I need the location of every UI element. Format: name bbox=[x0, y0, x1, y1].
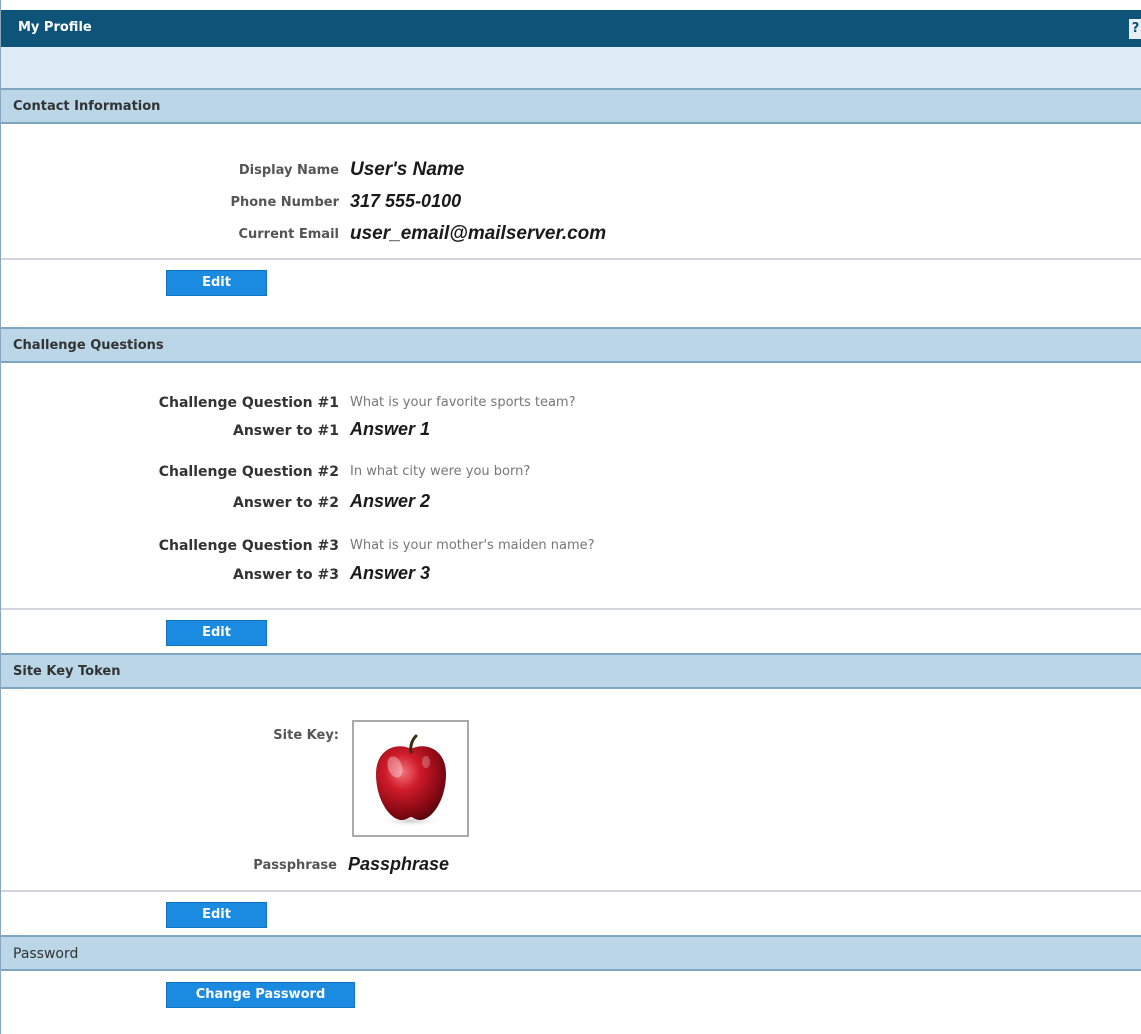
site-key-token-header: Site Key Token bbox=[1, 653, 1141, 689]
challenge-question-2-label: Challenge Question #2 bbox=[158, 464, 339, 480]
section-title: Password bbox=[13, 946, 79, 962]
edit-challenge-questions-button[interactable]: Edit bbox=[166, 620, 267, 646]
passphrase-value: Passphrase bbox=[348, 854, 450, 874]
answer-1-label: Answer to #1 bbox=[233, 423, 339, 439]
challenge-question-1-label: Challenge Question #1 bbox=[158, 395, 339, 411]
site-key-divider bbox=[1, 890, 1141, 892]
page-title: My Profile bbox=[18, 20, 92, 35]
current-email-label: Current Email bbox=[238, 227, 339, 242]
section-title: Challenge Questions bbox=[13, 338, 164, 353]
challenge-question-2-row: Challenge Question #2 In what city were … bbox=[1, 458, 1141, 486]
challenge-question-3-row: Challenge Question #3 What is your mothe… bbox=[1, 532, 1141, 560]
site-key-label: Site Key: bbox=[273, 728, 339, 743]
challenge-questions-header: Challenge Questions bbox=[1, 327, 1141, 363]
my-profile-page: My Profile ? Contact Information Display… bbox=[0, 0, 1141, 1034]
passphrase-label: Passphrase bbox=[253, 858, 337, 873]
header-bar: My Profile ? bbox=[1, 10, 1141, 47]
contact-information-header: Contact Information bbox=[1, 88, 1141, 124]
answer-2-value: Answer 2 bbox=[350, 491, 431, 511]
answer-3-label: Answer to #3 bbox=[233, 567, 339, 583]
help-icon[interactable]: ? bbox=[1129, 19, 1141, 39]
contact-divider bbox=[1, 258, 1141, 260]
answer-3-row: Answer to #3 Answer 3 bbox=[1, 561, 1141, 589]
site-key-image bbox=[352, 720, 469, 837]
answer-1-value: Answer 1 bbox=[350, 419, 431, 439]
phone-number-value: 317 555-0100 bbox=[350, 191, 462, 211]
phone-number-label: Phone Number bbox=[230, 195, 339, 210]
change-password-button[interactable]: Change Password bbox=[166, 982, 355, 1008]
edit-site-key-button[interactable]: Edit bbox=[166, 902, 267, 928]
edit-contact-button[interactable]: Edit bbox=[166, 270, 267, 296]
display-name-row: Display Name User's Name bbox=[1, 157, 1141, 185]
passphrase-row: Passphrase Passphrase bbox=[1, 852, 1141, 880]
challenge-question-2-text: In what city were you born? bbox=[350, 464, 531, 479]
current-email-row: Current Email user_email@mailserver.com bbox=[1, 221, 1141, 249]
phone-number-row: Phone Number 317 555-0100 bbox=[1, 189, 1141, 217]
challenge-question-3-text: What is your mother's maiden name? bbox=[350, 538, 595, 553]
answer-2-row: Answer to #2 Answer 2 bbox=[1, 489, 1141, 517]
section-title: Contact Information bbox=[13, 99, 161, 114]
challenge-question-1-text: What is your favorite sports team? bbox=[350, 395, 576, 410]
sub-header-strip bbox=[1, 47, 1141, 88]
display-name-value: User's Name bbox=[350, 159, 465, 180]
section-title: Site Key Token bbox=[13, 664, 121, 679]
answer-2-label: Answer to #2 bbox=[233, 495, 339, 511]
display-name-label: Display Name bbox=[238, 163, 339, 178]
site-key-row: Site Key: bbox=[1, 722, 1141, 750]
challenge-question-1-row: Challenge Question #1 What is your favor… bbox=[1, 389, 1141, 417]
challenge-question-3-label: Challenge Question #3 bbox=[158, 538, 339, 554]
password-header: Password bbox=[1, 935, 1141, 971]
challenge-divider bbox=[1, 608, 1141, 610]
answer-3-value: Answer 3 bbox=[350, 563, 431, 583]
answer-1-row: Answer to #1 Answer 1 bbox=[1, 417, 1141, 445]
current-email-value: user_email@mailserver.com bbox=[350, 223, 607, 244]
red-apple-icon bbox=[354, 722, 467, 835]
